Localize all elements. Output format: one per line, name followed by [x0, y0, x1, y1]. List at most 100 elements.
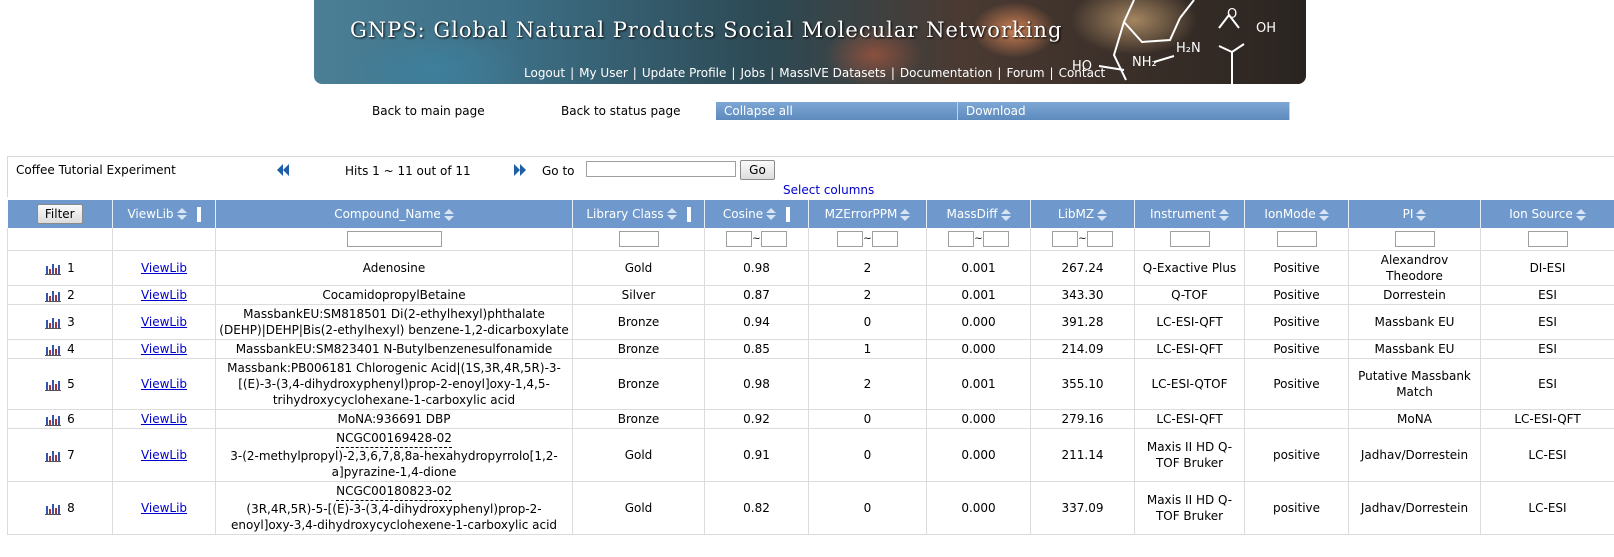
viewlib-link[interactable]: ViewLib — [141, 342, 187, 356]
col-header-mzerrorppm[interactable]: MZErrorPPM — [808, 200, 927, 228]
mzerror-min-filter-input[interactable] — [837, 231, 864, 248]
massdiff-min-filter-input[interactable] — [948, 231, 975, 248]
libmz-max-filter-input[interactable] — [1086, 231, 1113, 248]
filter-header: Filter — [7, 200, 113, 228]
col-header-library-class[interactable]: Library Class — [572, 200, 705, 228]
nav-my-user[interactable]: My User — [579, 66, 628, 80]
nav-jobs[interactable]: Jobs — [740, 66, 765, 80]
col-header-compound-name[interactable]: Compound_Name — [215, 200, 573, 228]
download-button[interactable]: Download — [958, 102, 1290, 120]
collapse-all-button[interactable]: Collapse all — [716, 102, 958, 120]
ion-source-cell: LC-ESI — [1480, 428, 1614, 482]
viewlib-link[interactable]: ViewLib — [141, 288, 187, 302]
mzerror-cell: 2 — [808, 250, 927, 286]
mzerror-max-filter-input[interactable] — [871, 231, 898, 248]
compound-id: NCGC00180823-02 — [336, 483, 452, 501]
libmz-cell: 279.16 — [1030, 409, 1135, 429]
viewlib-link[interactable]: ViewLib — [141, 501, 187, 515]
col-header-cosine[interactable]: Cosine — [704, 200, 809, 228]
sort-arrows-icon[interactable] — [666, 208, 677, 220]
compound-name: MoNA:936691 DBP — [337, 412, 451, 426]
sort-arrows-icon[interactable] — [900, 208, 911, 221]
first-page-icon[interactable] — [277, 164, 289, 176]
pi-filter-input[interactable] — [1394, 231, 1435, 248]
spectrum-icon[interactable] — [45, 413, 62, 426]
instrument-cell: LC-ESI-QFT — [1134, 409, 1245, 429]
compound-name-filter-input[interactable] — [346, 231, 442, 248]
select-columns-link[interactable]: Select columns — [783, 183, 874, 197]
ion-source-filter-input[interactable] — [1527, 231, 1568, 248]
nav-massive-datasets[interactable]: MassIVE Datasets — [779, 66, 886, 80]
row-number: 3 — [67, 315, 75, 329]
sort-arrows-icon[interactable] — [766, 208, 777, 220]
spectrum-icon[interactable] — [45, 449, 62, 462]
compound-cell: Adenosine — [215, 250, 573, 286]
mzerror-cell: 1 — [808, 339, 927, 359]
sort-arrows-icon[interactable] — [1575, 208, 1586, 221]
filter-cell — [215, 228, 573, 251]
row-number-cell: 1 — [7, 250, 113, 286]
col-header-instrument[interactable]: Instrument — [1134, 200, 1245, 228]
ionmode-cell: positive — [1244, 481, 1349, 535]
nav-forum[interactable]: Forum — [1006, 66, 1044, 80]
viewlib-link[interactable]: ViewLib — [141, 261, 187, 275]
go-button[interactable]: Go — [740, 160, 775, 180]
col-header-libmz[interactable]: LibMZ — [1030, 200, 1135, 228]
mol-label-oh: OH — [1256, 21, 1276, 36]
filter-button[interactable]: Filter — [36, 204, 83, 224]
libmz-cell: 391.28 — [1030, 304, 1135, 340]
col-header-pi[interactable]: PI — [1348, 200, 1481, 228]
library-class-cell: Silver — [572, 285, 705, 305]
col-header-label: Instrument — [1149, 207, 1217, 221]
col-header-massdiff[interactable]: MassDiff — [926, 200, 1031, 228]
ionmode-filter-input[interactable] — [1276, 231, 1317, 248]
col-header-label: LibMZ — [1057, 207, 1095, 221]
cosine-min-filter-input[interactable] — [726, 231, 753, 248]
spectrum-icon[interactable] — [45, 502, 62, 515]
instrument-filter-input[interactable] — [1169, 231, 1210, 248]
nav-update-profile[interactable]: Update Profile — [642, 66, 727, 80]
cosine-max-filter-input[interactable] — [760, 231, 787, 248]
viewlib-link[interactable]: ViewLib — [141, 377, 187, 391]
nav-logout[interactable]: Logout — [524, 66, 565, 80]
spectrum-icon[interactable] — [45, 289, 62, 302]
spectrum-icon[interactable] — [45, 316, 62, 329]
nav-contact[interactable]: Contact — [1059, 66, 1106, 80]
viewlib-link[interactable]: ViewLib — [141, 448, 187, 462]
col-header-viewlib[interactable]: ViewLib — [112, 200, 216, 228]
ion-source-cell: DI-ESI — [1480, 250, 1614, 286]
compound-cell: MassbankEU:SM823401 N-Butylbenzenesulfon… — [215, 339, 573, 359]
sort-arrows-icon[interactable] — [176, 208, 187, 220]
nav-documentation[interactable]: Documentation — [900, 66, 993, 80]
back-to-status-link[interactable]: Back to status page — [561, 104, 680, 118]
sort-arrows-icon[interactable] — [1416, 208, 1427, 221]
goto-page-input[interactable] — [586, 161, 736, 177]
cosine-cell: 0.85 — [704, 339, 809, 359]
viewlib-cell: ViewLib — [112, 304, 216, 340]
libmz-cell: 355.10 — [1030, 358, 1135, 410]
spectrum-icon[interactable] — [45, 343, 62, 356]
viewlib-link[interactable]: ViewLib — [141, 412, 187, 426]
library-class-filter-input[interactable] — [618, 231, 659, 248]
viewlib-cell: ViewLib — [112, 285, 216, 305]
last-page-icon[interactable] — [514, 164, 526, 176]
massdiff-max-filter-input[interactable] — [982, 231, 1009, 248]
sort-arrows-icon[interactable] — [1219, 208, 1230, 221]
sort-arrows-icon[interactable] — [1000, 208, 1011, 221]
massdiff-cell: 0.000 — [926, 339, 1031, 359]
ionmode-cell: Positive — [1244, 339, 1349, 359]
sort-arrows-icon[interactable] — [1097, 208, 1108, 221]
col-header-ionmode[interactable]: IonMode — [1244, 200, 1349, 228]
compound-cell: MassbankEU:SM818501 Di(2-ethylhexyl)phth… — [215, 304, 573, 340]
libmz-min-filter-input[interactable] — [1052, 231, 1079, 248]
viewlib-link[interactable]: ViewLib — [141, 315, 187, 329]
libmz-cell: 214.09 — [1030, 339, 1135, 359]
row-number-cell: 5 — [7, 358, 113, 410]
col-header-ion-source[interactable]: Ion Source — [1480, 200, 1614, 228]
spectrum-icon[interactable] — [45, 262, 62, 275]
spectrum-icon[interactable] — [45, 378, 62, 391]
back-to-main-link[interactable]: Back to main page — [372, 104, 485, 118]
sort-arrows-icon[interactable] — [443, 208, 454, 221]
row-number: 8 — [67, 501, 75, 515]
sort-arrows-icon[interactable] — [1318, 208, 1329, 221]
